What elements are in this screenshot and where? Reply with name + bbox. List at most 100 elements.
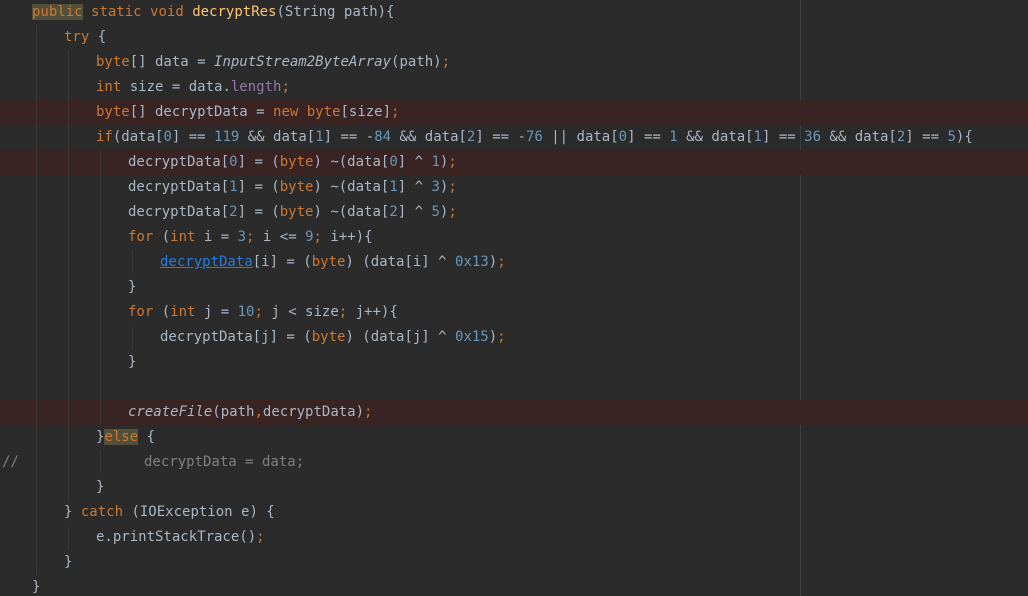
code-token: decryptData[ [128, 179, 230, 195]
code-token: 3 [431, 179, 440, 195]
code-token: (String path){ [276, 4, 395, 20]
code-text: } [32, 575, 40, 596]
code-line[interactable]: }else { [0, 425, 1028, 450]
code-text: try { [64, 25, 106, 50]
code-token: (IOException e) { [123, 504, 275, 520]
code-line[interactable]: if(data[0] == 119 && data[1] == -84 && d… [0, 125, 1028, 150]
code-line[interactable]: for (int i = 3; i <= 9; i++){ [0, 225, 1028, 250]
indent-guide [68, 75, 69, 100]
code-text: byte[] data = InputStream2ByteArray(path… [96, 50, 450, 75]
code-line[interactable]: } [0, 475, 1028, 500]
code-line[interactable]: } catch (IOException e) { [0, 500, 1028, 525]
code-line[interactable]: int size = data.length; [0, 75, 1028, 100]
code-token: ; [497, 254, 506, 270]
code-token: 1 [431, 154, 440, 170]
code-token: i <= [254, 229, 306, 245]
code-line[interactable]: try { [0, 25, 1028, 50]
code-token: 5 [431, 204, 440, 220]
code-editor[interactable]: public static void decryptRes(String pat… [0, 0, 1028, 596]
code-text: createFile(path,decryptData); [128, 400, 372, 425]
code-token: 2 [229, 204, 238, 220]
code-token: ] == - [475, 129, 526, 145]
indent-guide [68, 525, 69, 550]
code-token: ; [313, 229, 322, 245]
code-line[interactable]: } [0, 350, 1028, 375]
code-token: ] = ( [237, 204, 280, 220]
code-line[interactable]: createFile(path,decryptData); [0, 400, 1028, 425]
code-token: byte [306, 104, 341, 120]
code-token: } [64, 504, 81, 520]
code-token: [i] = ( [252, 254, 312, 270]
code-line[interactable] [0, 375, 1028, 400]
code-token: j = [195, 304, 238, 320]
code-token: else [104, 429, 139, 445]
code-line[interactable]: } [0, 550, 1028, 575]
code-line[interactable]: decryptData[i] = (byte) (data[i] ^ 0x13)… [0, 250, 1028, 275]
code-text: decryptData[1] = (byte) ~(data[1] ^ 3); [128, 175, 457, 200]
code-token: 84 [374, 129, 392, 145]
code-token: ( [153, 229, 171, 245]
code-token: 1 [753, 129, 762, 145]
code-line[interactable]: byte[] data = InputStream2ByteArray(path… [0, 50, 1028, 75]
indent-guide [100, 200, 101, 225]
code-text: decryptData[2] = (byte) ~(data[2] ^ 5); [128, 200, 457, 225]
code-line[interactable]: decryptData[0] = (byte) ~(data[0] ^ 1); [0, 150, 1028, 175]
indent-guide [100, 225, 101, 250]
indent-guide [68, 225, 69, 250]
code-token: && data[ [821, 129, 897, 145]
code-token: decryptRes [192, 4, 277, 20]
code-line[interactable]: for (int j = 10; j < size; j++){ [0, 300, 1028, 325]
code-token: } [64, 554, 73, 570]
code-token: 0x15 [455, 329, 489, 345]
code-line[interactable]: decryptData[2] = (byte) ~(data[2] ^ 5); [0, 200, 1028, 225]
code-token: } [96, 479, 105, 495]
code-token: ; [338, 304, 348, 320]
code-token: byte [311, 254, 346, 270]
code-token: j < size [262, 304, 339, 320]
code-token[interactable]: decryptData [160, 254, 253, 270]
code-token: try [64, 29, 90, 45]
code-token: 76 [525, 129, 543, 145]
code-line[interactable]: } [0, 275, 1028, 300]
indent-guide [36, 75, 37, 100]
code-token: decryptData[ [128, 204, 230, 220]
code-token: 1 [669, 129, 678, 145]
code-token: ) ~(data[ [313, 204, 390, 220]
code-token: ; [497, 329, 506, 345]
indent-guide [100, 350, 101, 375]
code-line[interactable]: decryptData[1] = (byte) ~(data[1] ^ 3); [0, 175, 1028, 200]
code-line[interactable]: e.printStackTrace(); [0, 525, 1028, 550]
code-token: ; [441, 54, 451, 70]
code-token: byte [96, 104, 130, 120]
code-token: void [150, 4, 184, 20]
code-token: 1 [389, 179, 398, 195]
code-token: 5 [947, 129, 956, 145]
code-token: int [170, 304, 196, 320]
code-text: decryptData[i] = (byte) (data[i] ^ 0x13)… [160, 250, 506, 275]
code-text: } [64, 550, 72, 575]
indent-guide [36, 550, 37, 575]
code-token: 2 [389, 204, 398, 220]
code-token: } [128, 279, 137, 295]
indent-guide [36, 150, 37, 175]
code-token: ] ^ [397, 179, 432, 195]
code-token: [] data = [129, 54, 215, 70]
code-line[interactable]: public static void decryptRes(String pat… [0, 0, 1028, 25]
indent-guide [100, 150, 101, 175]
indent-guide [68, 450, 69, 475]
code-line[interactable]: decryptData[j] = (byte) (data[j] ^ 0x15)… [0, 325, 1028, 350]
code-token: ; [256, 529, 265, 545]
indent-guide [36, 400, 37, 425]
indent-guide [100, 175, 101, 200]
indent-guide [36, 300, 37, 325]
code-line[interactable]: byte[] decryptData = new byte[size]; [0, 100, 1028, 125]
code-token: (path [212, 404, 255, 420]
indent-guide [68, 300, 69, 325]
code-token: 0 [163, 129, 172, 145]
code-line[interactable]: } [0, 575, 1028, 596]
code-token: ( [153, 304, 171, 320]
indent-guide [36, 50, 37, 75]
code-line[interactable]: // decryptData = data; [0, 450, 1028, 475]
